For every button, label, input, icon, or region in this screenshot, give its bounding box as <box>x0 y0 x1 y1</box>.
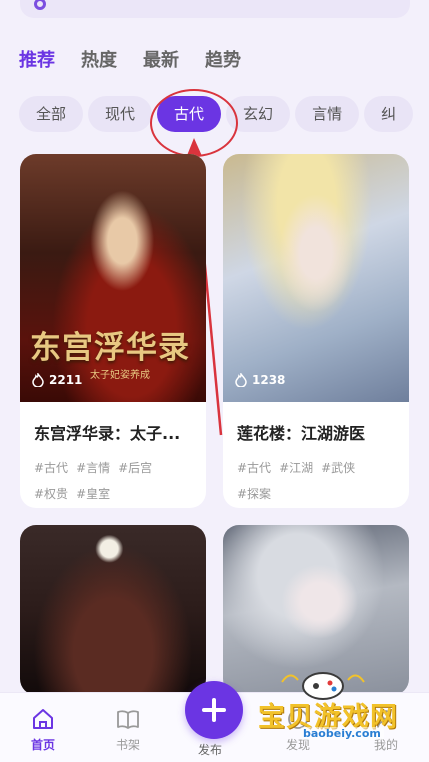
watermark-url: baobeiy.com <box>300 727 384 740</box>
book-cover[interactable] <box>20 525 206 695</box>
tag[interactable]: #皇室 <box>76 481 110 507</box>
tag[interactable]: #探案 <box>237 481 271 507</box>
publish-button[interactable] <box>185 681 243 739</box>
cover-subtitle: 太子妃姿养成 <box>90 370 150 381</box>
book-card[interactable]: 1238 莲花楼：江湖游医 #古代 #江湖 #武侠 #探案 <box>223 154 409 508</box>
heat-value: 2211 <box>49 373 83 387</box>
book-icon <box>117 710 139 729</box>
book-cover[interactable]: 东宫浮华录 太子妃姿养成 2211 <box>20 154 206 402</box>
publish-label: 发布 <box>198 743 223 757</box>
nav-bookshelf-label: 书架 <box>115 738 140 752</box>
cover-title: 东宫浮华录 <box>30 330 190 366</box>
tag[interactable]: #权贵 <box>34 481 68 507</box>
tag[interactable]: #古代 <box>237 455 271 481</box>
tag[interactable]: #古代 <box>34 455 68 481</box>
tag[interactable]: #武侠 <box>321 455 355 481</box>
tag[interactable]: #江湖 <box>279 455 313 481</box>
book-card[interactable] <box>20 525 206 695</box>
book-title[interactable]: 东宫浮华录：太子... <box>34 420 192 444</box>
nav-home[interactable]: 首页 <box>18 707 68 753</box>
home-icon <box>33 709 53 729</box>
nav-bookshelf[interactable]: 书架 <box>103 707 153 753</box>
heat-count: 1238 <box>235 373 285 387</box>
book-cover[interactable]: 1238 <box>223 154 409 402</box>
heat-value: 1238 <box>252 373 286 387</box>
tag[interactable]: #后宫 <box>118 455 152 481</box>
nav-home-label: 首页 <box>30 738 55 752</box>
book-tags: #古代 #言情 #后宫 #权贵 #皇室 <box>34 455 192 507</box>
book-card[interactable]: 东宫浮华录 太子妃姿养成 2211 东宫浮华录：太子... #古代 #言情 #后宫#… <box>20 154 206 508</box>
heat-count: 2211 <box>32 373 82 387</box>
book-title[interactable]: 莲花楼：江湖游医 <box>237 420 395 444</box>
flame-icon <box>235 373 247 387</box>
tag[interactable]: #言情 <box>76 455 110 481</box>
flame-icon <box>32 373 44 387</box>
book-tags: #古代 #江湖 #武侠 #探案 <box>237 455 395 507</box>
plus-icon <box>212 698 216 722</box>
